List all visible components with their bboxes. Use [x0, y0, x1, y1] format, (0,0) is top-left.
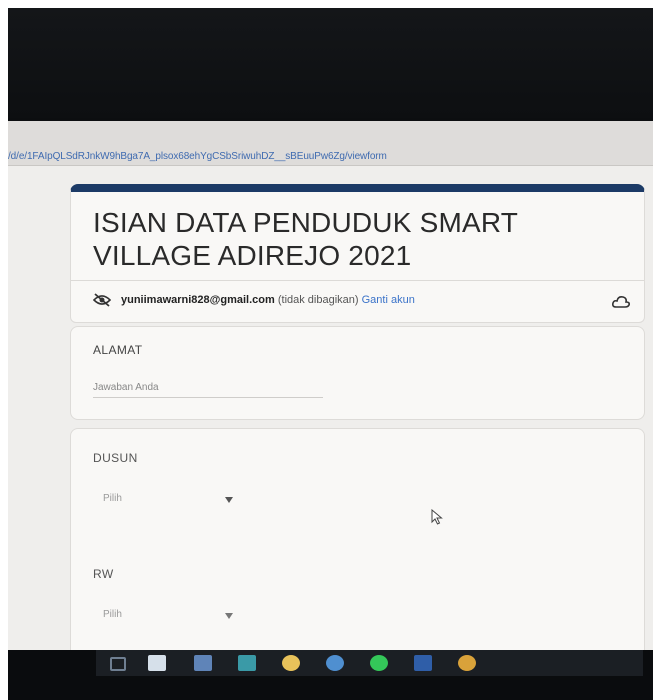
url-text[interactable]: /d/e/1FAIpQLSdRJnkW9hBga7A_plsox68ehYgCS… [8, 151, 387, 162]
paint-icon[interactable] [282, 655, 300, 671]
form-page: ISIAN DATA PENDUDUK SMART VILLAGE ADIREJ… [8, 166, 653, 650]
taskbar-strip [96, 650, 643, 676]
question-label-rw: RW [93, 567, 114, 581]
question-card-alamat: ALAMAT [70, 326, 645, 420]
mail-icon[interactable] [194, 655, 212, 671]
folder-icon[interactable] [238, 655, 256, 671]
account-email: yuniimawarni828@gmail.com [121, 294, 275, 306]
account-info: yuniimawarni828@gmail.com (tidak dibagik… [121, 294, 415, 306]
chevron-down-icon [225, 497, 233, 503]
spotify-icon[interactable] [370, 655, 388, 671]
rw-select-value: Pilih [103, 609, 122, 620]
alamat-input[interactable] [93, 377, 323, 398]
chevron-down-icon [225, 613, 233, 619]
mouse-cursor-icon [431, 509, 443, 525]
cloud-icon [612, 296, 630, 308]
taskbar [8, 650, 653, 700]
media-icon[interactable] [326, 655, 344, 671]
monitor-bezel [8, 8, 653, 118]
question-label-dusun: DUSUN [93, 451, 138, 465]
task-view-icon[interactable] [110, 657, 126, 671]
monitor-frame: /d/e/1FAIpQLSdRJnkW9hBga7A_plsox68ehYgCS… [8, 8, 653, 700]
browser-window: /d/e/1FAIpQLSdRJnkW9hBga7A_plsox68ehYgCS… [8, 121, 653, 650]
account-note: (tidak dibagikan) [277, 294, 359, 306]
account-row: yuniimawarni828@gmail.com (tidak dibagik… [71, 280, 644, 321]
switch-account-link[interactable]: Ganti akun [362, 294, 415, 306]
chrome-icon[interactable] [458, 655, 476, 671]
word-icon[interactable] [414, 655, 432, 671]
form-header-card: ISIAN DATA PENDUDUK SMART VILLAGE ADIREJ… [70, 184, 645, 323]
dusun-select[interactable]: Pilih [93, 487, 243, 513]
store-icon[interactable] [148, 655, 166, 671]
dusun-select-value: Pilih [103, 493, 122, 504]
eye-off-icon [93, 293, 111, 307]
address-bar[interactable]: /d/e/1FAIpQLSdRJnkW9hBga7A_plsox68ehYgCS… [8, 121, 653, 166]
question-card-select: DUSUN Pilih RW Pilih [70, 428, 645, 650]
rw-select[interactable]: Pilih [93, 603, 243, 629]
form-title: ISIAN DATA PENDUDUK SMART VILLAGE ADIREJ… [93, 207, 518, 271]
question-label: ALAMAT [93, 343, 143, 357]
